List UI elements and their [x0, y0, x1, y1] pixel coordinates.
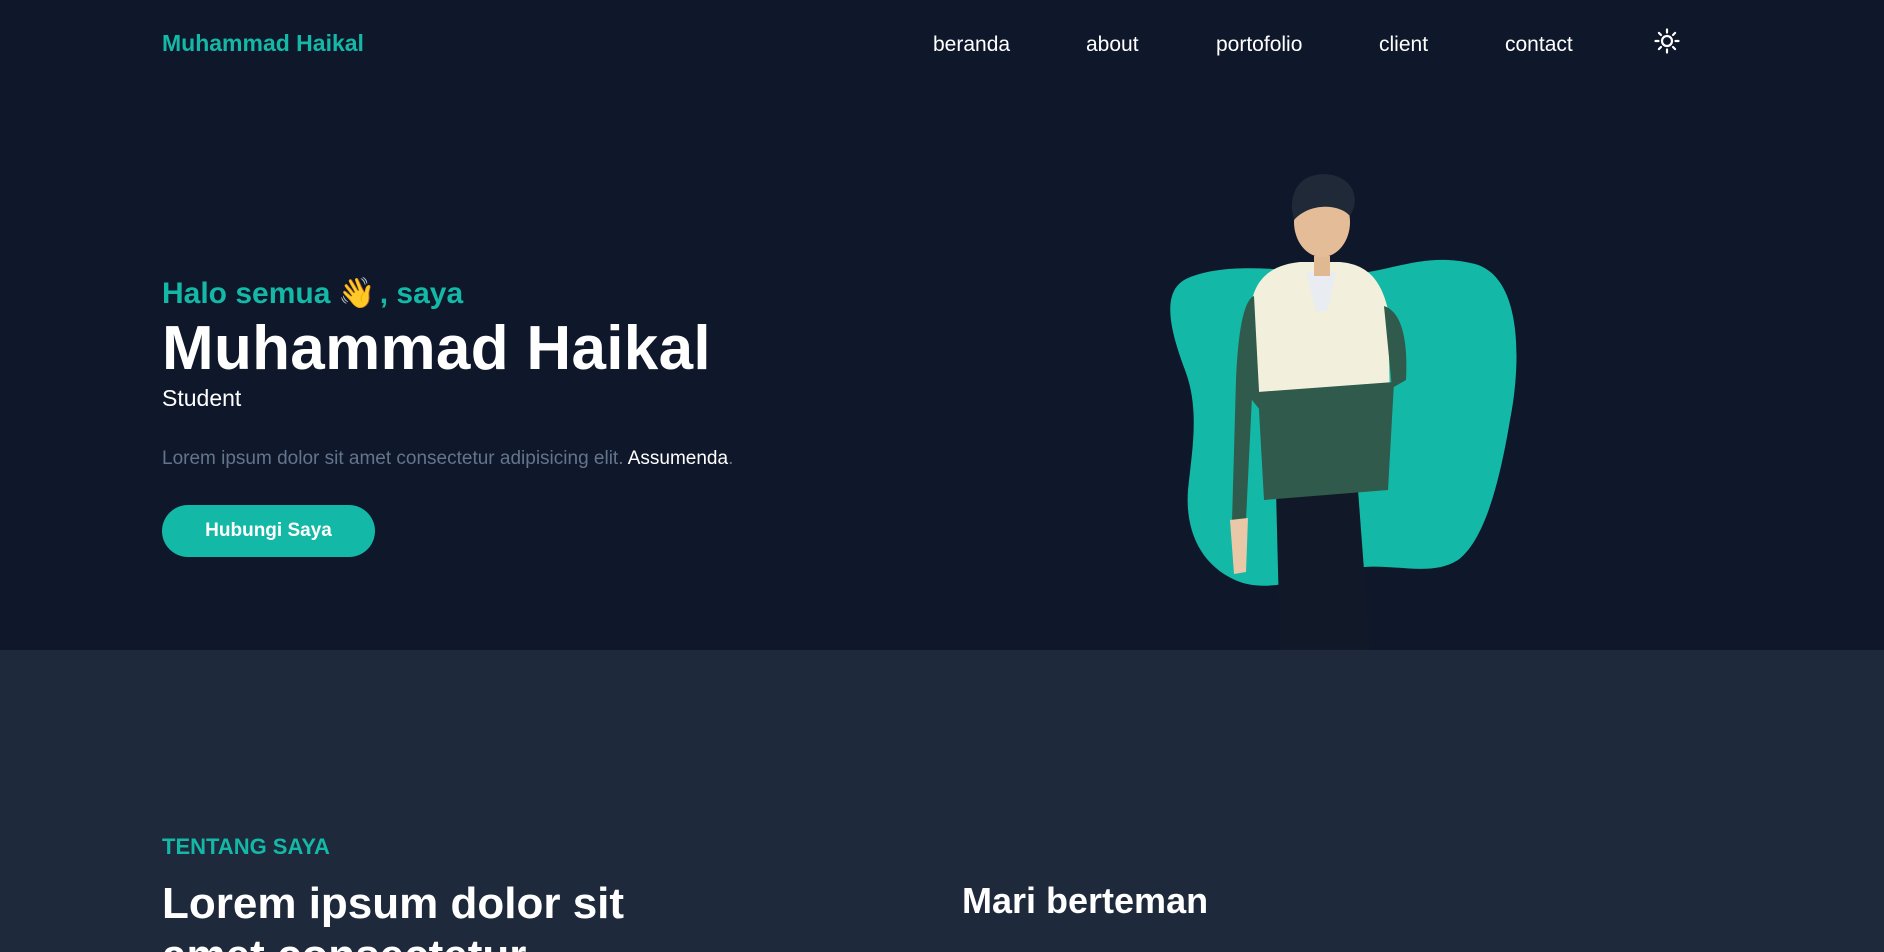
sun-icon — [1654, 28, 1680, 54]
contact-me-button[interactable]: Hubungi Saya — [162, 505, 375, 557]
nav-item-about: about — [1086, 33, 1139, 57]
about-section: TENTANG SAYA Lorem ipsum dolor sit amet … — [0, 650, 1884, 952]
nav-link-client[interactable]: client — [1379, 33, 1428, 56]
nav-item-beranda: beranda — [933, 33, 1010, 57]
hero-role: Student — [162, 385, 242, 411]
hero-section: Halo semua 👋 , saya Muhammad Haikal Stud… — [0, 0, 1884, 650]
hero-portrait — [1170, 174, 1517, 650]
navbar: Muhammad Haikal beranda about portofolio… — [0, 0, 1884, 86]
nav-item-client: client — [1379, 33, 1428, 57]
about-title: Lorem ipsum dolor sit amet consectetur — [162, 879, 625, 952]
hero-description: Lorem ipsum dolor sit amet consectetur a… — [162, 446, 922, 472]
greeting-text: Halo semua — [162, 277, 331, 310]
hero-greeting: Halo semua 👋 , saya — [162, 276, 922, 312]
site-logo[interactable]: Muhammad Haikal — [162, 30, 364, 57]
waving-hand-icon: 👋 — [338, 277, 376, 310]
about-eyebrow: TENTANG SAYA — [162, 834, 330, 859]
hero-text: Halo semua 👋 , saya Muhammad Haikal Stud… — [162, 276, 922, 472]
hero-description-highlight: Assumenda — [627, 448, 729, 469]
greeting-suffix: , saya — [379, 277, 464, 310]
nav-link-contact[interactable]: contact — [1505, 33, 1573, 56]
nav-link-portofolio[interactable]: portofolio — [1216, 33, 1302, 56]
hero-description-text: Lorem ipsum dolor sit amet consectetur a… — [162, 448, 624, 469]
about-side-title: Mari berteman — [962, 880, 1209, 921]
nav-link-about[interactable]: about — [1086, 33, 1139, 56]
theme-toggle-button[interactable] — [1652, 26, 1682, 56]
nav-link-beranda[interactable]: beranda — [933, 33, 1010, 56]
nav-item-portofolio: portofolio — [1216, 33, 1302, 57]
hero-description-end: . — [728, 448, 734, 469]
nav-item-contact: contact — [1505, 33, 1573, 57]
hero-name: Muhammad Haikal — [162, 314, 711, 383]
